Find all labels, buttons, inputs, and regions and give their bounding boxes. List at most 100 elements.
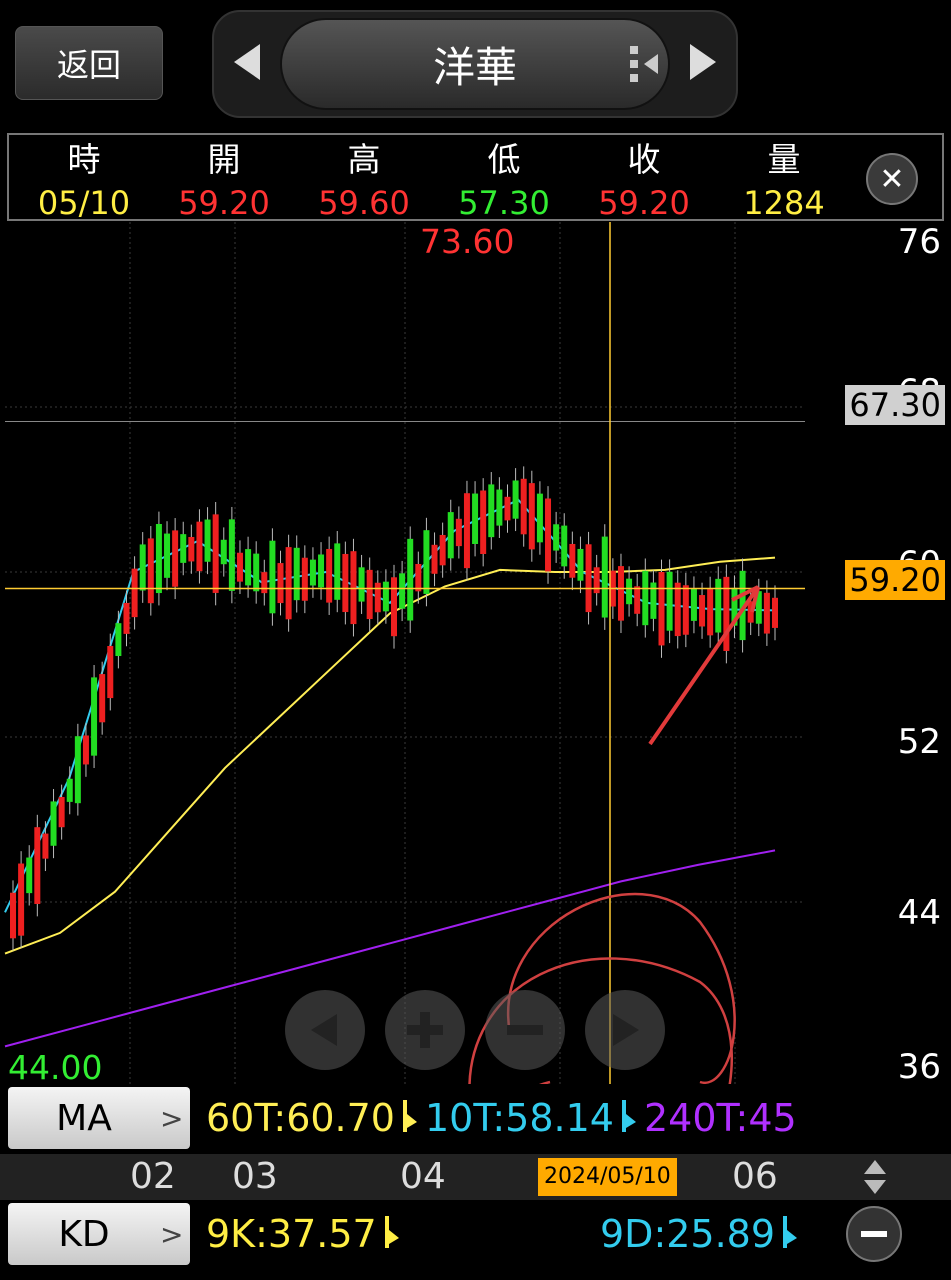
candle-body — [496, 489, 503, 526]
candle-body — [601, 536, 608, 618]
candle-body — [342, 553, 349, 613]
candle-body — [472, 493, 479, 544]
x-tick-04: 04 — [400, 1156, 446, 1197]
last-price-box: 67.30 — [845, 385, 945, 425]
candle-body — [715, 578, 722, 633]
candle-body — [164, 533, 171, 578]
date-badge: 2024/05/10 — [538, 1158, 677, 1196]
ma-button-label: MA — [56, 1097, 112, 1139]
candle-body — [236, 552, 243, 582]
candle-body — [772, 597, 778, 628]
kd-button[interactable]: KD > — [8, 1203, 190, 1265]
candle-body — [682, 585, 689, 635]
triangle-right-icon — [690, 44, 716, 80]
candle-body — [253, 553, 260, 592]
candle-body — [536, 493, 543, 543]
candle-body — [593, 567, 600, 594]
ma-selector[interactable]: MA > — [8, 1087, 190, 1149]
quote-label-volume: 量 — [767, 140, 801, 179]
candle-body — [74, 736, 81, 804]
candle-body — [91, 677, 98, 756]
candle-body — [334, 543, 341, 600]
candle-body — [50, 801, 57, 846]
prev-stock-button[interactable] — [226, 40, 266, 94]
quote-value-low: 57.30 — [458, 184, 550, 222]
quote-high: 高 59.60 — [294, 138, 434, 224]
quote-open: 開 59.20 — [154, 138, 294, 224]
candle-body — [269, 540, 276, 614]
candle-body — [463, 493, 470, 569]
candle-body — [82, 735, 89, 765]
kd-d-value: 9D:25.89 — [600, 1212, 776, 1256]
nav-right-icon[interactable] — [585, 990, 665, 1070]
stock-title: 洋華 — [280, 18, 670, 110]
candle-body — [455, 518, 462, 547]
arrow-up-icon — [384, 1216, 399, 1248]
candle-body — [277, 563, 284, 604]
quote-label-high: 高 — [347, 140, 381, 179]
candle-body — [212, 514, 219, 593]
candle-body — [561, 525, 568, 567]
kd-selector[interactable]: KD > — [8, 1203, 190, 1265]
price-label-36: 36 — [897, 1047, 941, 1087]
candle-body — [577, 548, 584, 581]
triangle-left-icon — [234, 44, 260, 80]
close-icon[interactable]: ✕ — [866, 153, 918, 205]
candle-body — [245, 549, 252, 586]
candle-body — [139, 544, 146, 591]
zoom-out-icon[interactable] — [485, 990, 565, 1070]
candle-body — [180, 534, 187, 563]
candle-body — [569, 543, 576, 578]
quote-volume: 量 1284 — [714, 138, 854, 224]
arrow-up-icon — [621, 1100, 636, 1132]
ma-button[interactable]: MA > — [8, 1087, 190, 1149]
arrow-up-icon — [783, 1216, 798, 1248]
quote-value-high: 59.60 — [318, 184, 410, 222]
skip-bars-icon[interactable] — [628, 44, 662, 88]
candle-body — [488, 484, 495, 538]
candle-body — [228, 519, 235, 591]
candle-body — [585, 544, 592, 613]
candle-body — [617, 566, 624, 621]
minus-circle-icon[interactable] — [846, 1206, 902, 1262]
candle-body — [196, 521, 203, 572]
quote-close: 收 59.20 — [574, 138, 714, 224]
ma-60t-value: 60T:60.70 — [206, 1096, 395, 1140]
candle-body — [382, 581, 389, 612]
kd-k-value-group: 9K:37.57 — [206, 1212, 401, 1256]
zoom-in-icon[interactable] — [385, 990, 465, 1070]
quote-row: 時 05/10 開 59.20 高 59.60 低 57.30 收 59.20 … — [14, 138, 854, 224]
quote-time: 時 05/10 — [14, 138, 154, 224]
arrow-up-icon — [402, 1100, 417, 1132]
back-button[interactable]: 返回 — [15, 26, 163, 100]
quote-label-time: 時 — [67, 140, 101, 179]
candle-body — [642, 570, 649, 626]
candle-body — [399, 573, 406, 609]
chevron-right-icon: > — [160, 1101, 184, 1135]
candle-body — [366, 569, 373, 620]
ma-values: 60T:60.70 10T:58.14 240T:45 — [206, 1096, 804, 1140]
candle-body — [447, 512, 454, 559]
candle-body — [131, 568, 138, 618]
candle-body — [423, 530, 430, 594]
updown-arrows-icon[interactable] — [862, 1158, 888, 1200]
candle-body — [107, 646, 114, 699]
candle-body — [220, 539, 227, 565]
low-marker: 44.00 — [8, 1048, 103, 1087]
candle-body — [512, 480, 519, 519]
candle-body — [553, 524, 560, 551]
quote-value-time: 05/10 — [37, 184, 131, 222]
nav-left-icon[interactable] — [285, 990, 365, 1070]
candle-body — [480, 490, 487, 554]
quote-low: 低 57.30 — [434, 138, 574, 224]
candle-body — [528, 483, 535, 550]
candle-body — [707, 589, 714, 636]
kd-button-label: KD — [58, 1213, 110, 1255]
x-tick-03: 03 — [232, 1156, 278, 1197]
quote-label-open: 開 — [207, 140, 241, 179]
candle-body — [407, 538, 414, 621]
candlestick-chart[interactable] — [0, 222, 951, 1084]
next-stock-button[interactable] — [684, 40, 724, 94]
price-label-44: 44 — [897, 893, 941, 933]
ma-240t-value: 240T:45 — [643, 1096, 797, 1140]
